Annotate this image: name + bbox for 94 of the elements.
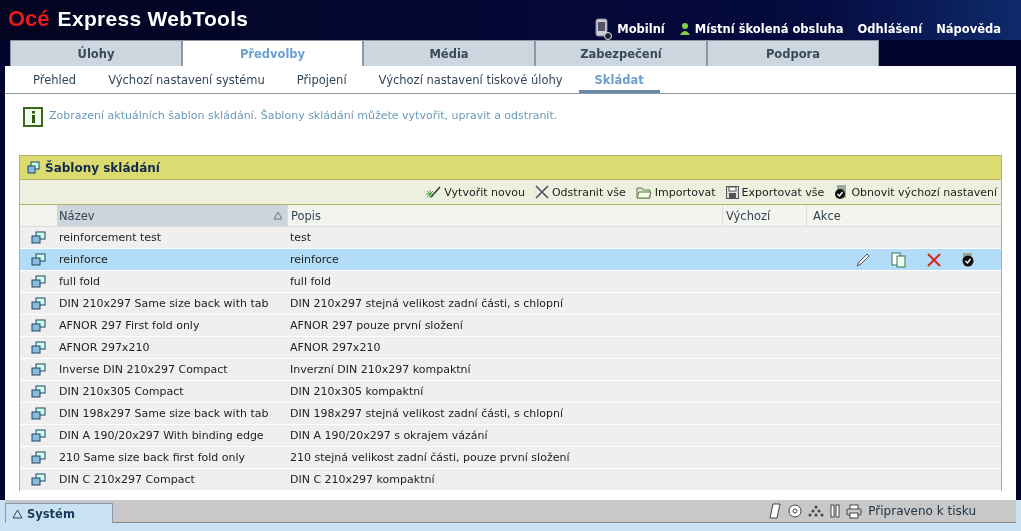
column-header[interactable]: Akce (806, 205, 1001, 226)
sort-ascending-icon (273, 211, 283, 220)
table-row[interactable]: DIN 210x297 Same size back with tab DIN 210x297 stejná velikost zadní části, s chlopní (20, 293, 1001, 315)
template-icon (31, 275, 46, 288)
table-row[interactable]: DIN A 190/20x297 With binding edge DIN A 190/20x297 s okrajem vázání (20, 425, 1001, 447)
toolbar-button[interactable]: Vytvořit novou (425, 185, 525, 199)
delete-icon[interactable] (927, 252, 941, 267)
template-icon (31, 297, 46, 310)
table-cell: full fold (59, 275, 101, 288)
table-cell: DIN 198x297 Same size back with tab (59, 407, 269, 420)
table-cell: test (290, 231, 312, 244)
restore-icon[interactable] (961, 252, 975, 267)
sub-tab[interactable]: Přehled (17, 66, 93, 93)
table-cell: DIN 210x297 stejná velikost zadní části, s chlopní (290, 297, 564, 310)
table-row[interactable]: DIN 210x305 Compact DIN 210x305 kompaktní (20, 381, 1001, 403)
sub-tab[interactable]: Výchozí nastavení tiskové úlohy (362, 66, 579, 93)
table-cell: reinforcement test (59, 231, 162, 244)
table-cell: DIN 198x297 stejná velikost zadní části, s chlopní (290, 407, 564, 420)
disc-icon (788, 504, 803, 518)
toolbar-button[interactable]: Exportovat vše (725, 185, 825, 199)
triangle-icon (12, 508, 23, 519)
template-icon (31, 429, 46, 442)
table-row[interactable]: 210 Same size back first fold only 210 stejná velikost zadní části, pouze první složení (20, 447, 1001, 469)
pencil-icon[interactable] (855, 251, 871, 268)
template-icon (31, 253, 46, 266)
table-cell: AFNOR 297 First fold only (59, 319, 200, 332)
table-row[interactable]: DIN 198x297 Same size back with tab DIN 198x297 stejná velikost zadní části, s chlopní (20, 403, 1001, 425)
table-row[interactable]: Inverse DIN 210x297 Compact Inverzní DIN 210x297 kompaktní (20, 359, 1001, 381)
toolbar-button[interactable]: Odstranit vše (534, 185, 626, 199)
template-icon (31, 341, 46, 354)
table-cell: DIN C 210x297 Compact (59, 473, 195, 486)
folder-icon (635, 185, 652, 199)
header-link[interactable]: Nápověda (936, 22, 1001, 36)
app-title: Express WebTools (57, 7, 249, 31)
brand-logo: Océ (8, 6, 50, 32)
toolbar-button[interactable]: Importovat (635, 185, 716, 199)
table-cell: DIN 210x297 Same size back with tab (59, 297, 269, 310)
template-icon (31, 319, 46, 332)
template-icon (31, 231, 46, 244)
toolbar-button[interactable]: Obnovit výchozí nastavení (834, 184, 997, 200)
table-cell: AFNOR 297 pouze první složení (290, 319, 463, 332)
table-cell: AFNOR 297x210 (290, 341, 381, 354)
table-cell: DIN A 190/20x297 s okrajem vázání (290, 429, 488, 442)
cross-icon (534, 185, 549, 199)
table-row[interactable]: DIN C 210x297 Compact DIN C 210x297 kompaktní (20, 469, 1001, 491)
restore-icon (834, 184, 849, 200)
dots-icon (808, 504, 825, 518)
template-icon (27, 161, 40, 174)
template-icon (31, 473, 46, 486)
template-icon (31, 385, 46, 398)
header-link[interactable]: Mobilní (617, 22, 665, 36)
column-header[interactable]: Název (57, 205, 287, 226)
table-row[interactable]: reinforce reinforce (20, 249, 1001, 271)
column-header[interactable]: Výchozí (722, 205, 806, 226)
printer-icon (846, 503, 863, 519)
mobile-device-icon (595, 18, 614, 40)
user-icon (678, 22, 691, 36)
panel-title: Šablony skládání (45, 160, 160, 175)
table-cell: 210 Same size back first fold only (59, 451, 246, 464)
template-icon (31, 407, 46, 420)
pause-icon (830, 504, 841, 518)
copy-icon[interactable] (891, 251, 907, 268)
sub-tab[interactable]: Připojení (280, 66, 363, 93)
header-link[interactable]: Místní školená obsluha (694, 22, 844, 36)
info-icon (23, 107, 43, 127)
sub-tab[interactable]: Výchozí nastavení systému (92, 66, 281, 93)
nav-tab[interactable]: Média (363, 40, 535, 66)
table-cell: AFNOR 297x210 (59, 341, 150, 354)
template-icon (31, 363, 46, 376)
nav-tab[interactable]: Zabezpečení (535, 40, 707, 66)
table-cell: 210 stejná velikost zadní části, pouze první složení (290, 451, 570, 464)
sparkle-wand-icon (425, 185, 442, 199)
column-header[interactable]: Popis (287, 205, 722, 226)
table-row[interactable]: AFNOR 297x210 AFNOR 297x210 (20, 337, 1001, 359)
status-text: Připraveno k tisku (868, 504, 976, 518)
table-row[interactable]: AFNOR 297 First fold only AFNOR 297 pouze první složení (20, 315, 1001, 337)
nav-tab[interactable]: Podpora (707, 40, 879, 66)
info-message: Zobrazení aktuálních šablon skládání. Šablony skládání můžete vytvořit, upravit a odstranit. (49, 109, 558, 122)
table-cell: Inverse DIN 210x297 Compact (59, 363, 228, 376)
table-cell: Inverzní DIN 210x297 kompaktní (290, 363, 471, 376)
header-link[interactable]: Odhlášení (857, 22, 923, 36)
status-tab[interactable]: Systém (5, 503, 113, 523)
table-cell: reinforce (290, 253, 339, 266)
paper-icon (768, 503, 783, 519)
table-row[interactable]: full fold full fold (20, 271, 1001, 293)
table-row[interactable]: reinforcement test test (20, 227, 1001, 249)
table-cell: reinforce (59, 253, 108, 266)
table-cell: DIN 210x305 Compact (59, 385, 184, 398)
table-cell: DIN C 210x297 kompaktní (290, 473, 435, 486)
table-cell: full fold (290, 275, 332, 288)
template-icon (31, 451, 46, 464)
table-cell: DIN 210x305 kompaktní (290, 385, 424, 398)
table-cell: DIN A 190/20x297 With binding edge (59, 429, 264, 442)
nav-tab[interactable]: Úlohy (10, 40, 182, 66)
